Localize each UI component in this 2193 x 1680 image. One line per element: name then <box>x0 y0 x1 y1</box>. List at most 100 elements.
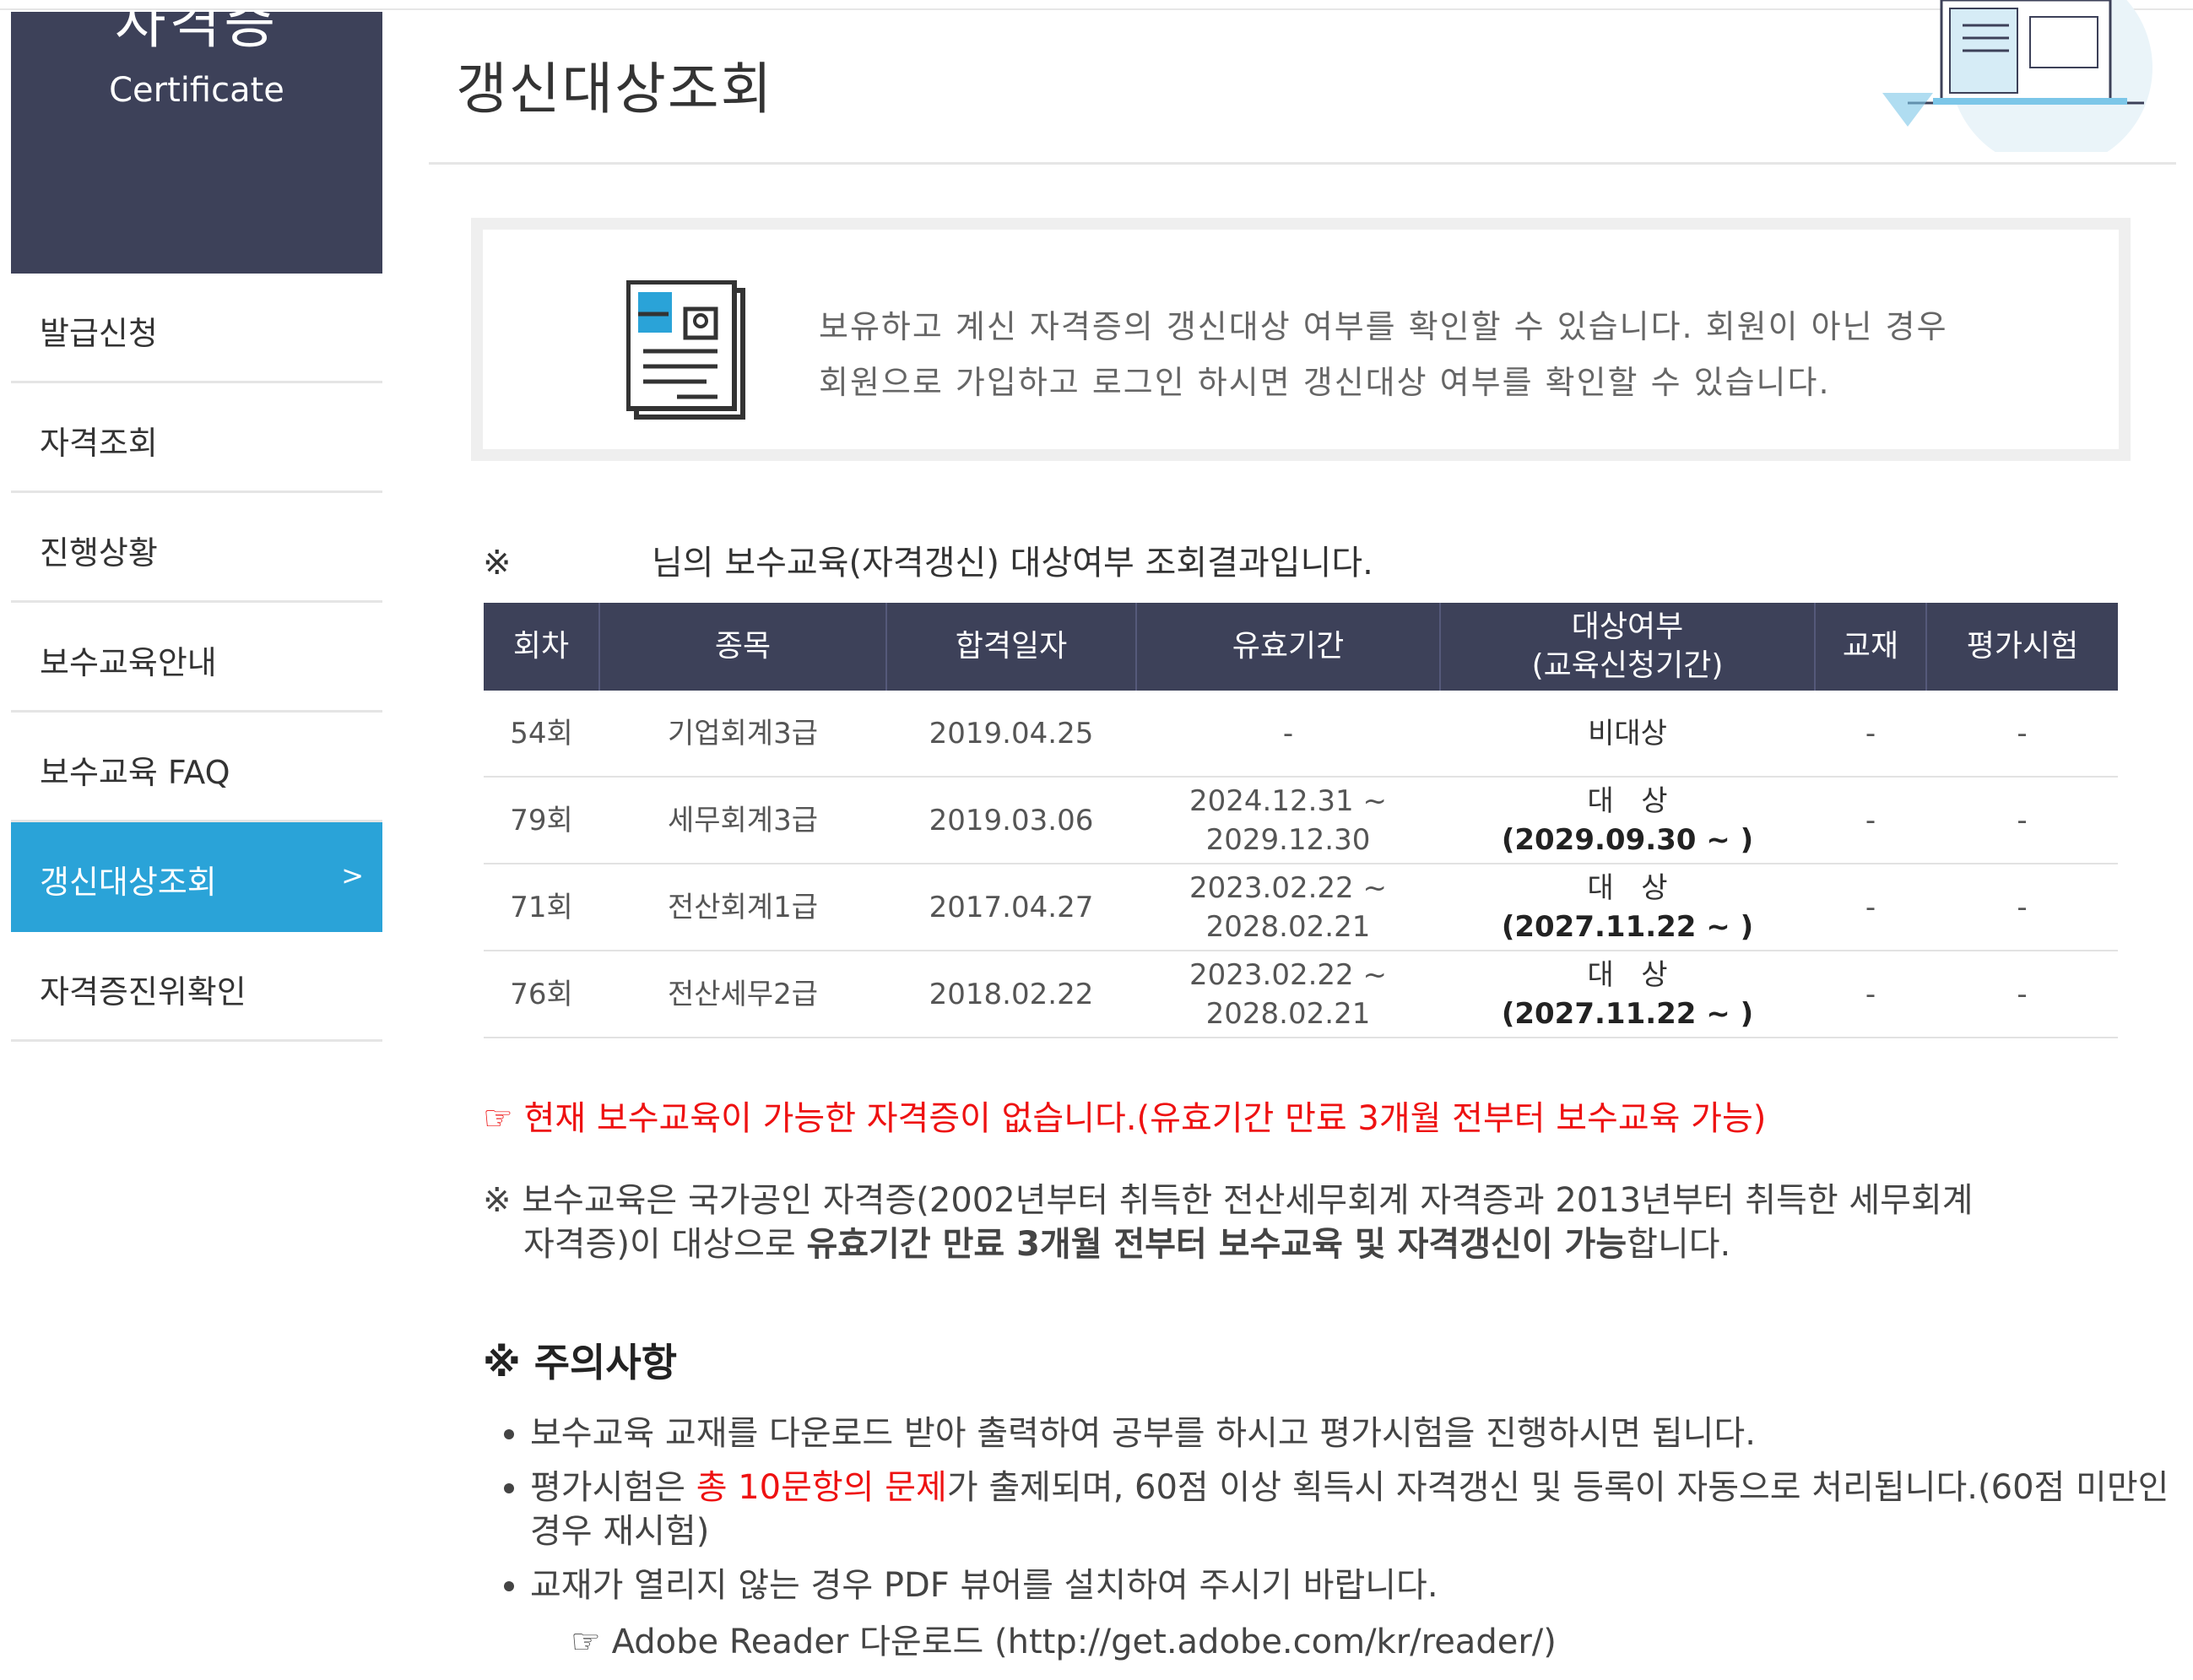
valid-end: 2029.12.30 <box>1205 822 1371 857</box>
cell-target: 대 상 (2027.11.22 ~ ) <box>1440 951 1815 1038</box>
sidebar-item-label: 발급신청 <box>40 315 158 352</box>
note-bold: 유효기간 만료 3개월 전부터 보수교육 및 자격갱신이 가능 <box>806 1225 1627 1264</box>
cell-target: 비대상 <box>1440 691 1815 778</box>
cell-target: 대 상 (2029.09.30 ~ ) <box>1440 777 1815 864</box>
cell-book: - <box>1815 951 1926 1038</box>
valid-start: 2023.02.22 ~ <box>1189 870 1387 905</box>
list-item: 보수교육 교재를 다운로드 받아 출력하여 공부를 하시고 평가시험을 진행하시… <box>530 1412 2185 1455</box>
document-profile-icon <box>626 280 745 420</box>
result-text: 님의 보수교육(자격갱신) 대상여부 조회결과입니다. <box>652 544 1373 583</box>
caution-list: 보수교육 교재를 다운로드 받아 출력하여 공부를 하시고 평가시험을 진행하시… <box>483 1412 2185 1618</box>
cell-exam: - <box>1926 691 2118 778</box>
sidebar-item-education-guide[interactable]: 보수교육안내 <box>11 603 382 713</box>
cell-pass-date: 2019.04.25 <box>886 691 1136 778</box>
valid-end: 2028.02.21 <box>1205 996 1371 1031</box>
cell-pass-date: 2019.03.06 <box>886 777 1136 864</box>
cell-exam: - <box>1926 864 2118 951</box>
col-valid-period: 유효기간 <box>1136 603 1441 691</box>
col-pass-date: 합격일자 <box>886 603 1137 691</box>
sidebar-item-education-faq[interactable]: 보수교육 FAQ <box>11 713 382 822</box>
education-note: ※ 보수교육은 국가공인 자격증(2002년부터 취득한 전산세무회계 자격증과… <box>483 1179 2087 1266</box>
col-target: 대상여부 (교육신청기간) <box>1440 603 1816 691</box>
info-text: 보유하고 계신 자격증의 갱신대상 여부를 확인할 수 있습니다. 회원이 아닌… <box>819 299 1948 410</box>
cell-round: 79회 <box>484 777 599 864</box>
valid-start: 2023.02.22 ~ <box>1189 957 1387 992</box>
sidebar-item-label: 자격조회 <box>40 425 158 462</box>
adobe-reader-link[interactable]: ☞ Adobe Reader 다운로드 (http://get.adobe.co… <box>571 1614 1557 1663</box>
col-book: 교재 <box>1815 603 1927 691</box>
cell-exam: - <box>1926 951 2118 1038</box>
sidebar-title-ko: 자격증 <box>114 12 279 56</box>
cell-pass-date: 2018.02.22 <box>886 951 1136 1038</box>
cell-valid-period: 2024.12.31 ~ 2029.12.30 <box>1136 777 1440 864</box>
list-item: 평가시험은 총 10문항의 문제가 출제되며, 60점 이상 획득시 자격갱신 … <box>530 1466 2185 1553</box>
no-eligible-notice: ☞ 현재 보수교육이 가능한 자격증이 없습니다.(유효기간 만료 3개월 전부… <box>483 1099 1767 1138</box>
cell-round: 54회 <box>484 691 599 778</box>
workspace-illustration <box>1882 0 2152 152</box>
chevron-right-icon: > <box>341 859 364 891</box>
cell-valid-period: 2023.02.22 ~ 2028.02.21 <box>1136 864 1440 951</box>
cell-type: 전산회계1급 <box>599 864 886 951</box>
cell-type: 기업회계3급 <box>599 691 886 778</box>
table-row: 54회 기업회계3급 2019.04.25 - 비대상 - - <box>484 691 2118 778</box>
caution-title: ※ 주의사항 <box>483 1340 678 1385</box>
sidebar-item-label: 보수교육 FAQ <box>40 754 230 791</box>
cell-target: 대 상 (2027.11.22 ~ ) <box>1440 864 1815 951</box>
cell-valid-period: - <box>1136 691 1440 778</box>
valid-end: 2028.02.21 <box>1205 909 1371 944</box>
col-exam: 평가시험 <box>1926 603 2118 691</box>
page-title: 갱신대상조회 <box>456 57 774 122</box>
cell-exam: - <box>1926 777 2118 864</box>
col-round: 회차 <box>484 603 600 691</box>
sidebar-menu: 발급신청 자격조회 진행상황 보수교육안내 보수교육 FAQ 갱신대상조회 > … <box>11 274 382 1042</box>
valid-start: 2024.12.31 ~ <box>1189 783 1387 818</box>
sidebar-item-renewal-lookup[interactable]: 갱신대상조회 > <box>11 822 382 932</box>
cell-pass-date: 2017.04.27 <box>886 864 1136 951</box>
list-highlight: 총 10문항의 문제 <box>696 1468 947 1507</box>
sidebar-title-en: Certificate <box>109 71 284 110</box>
note-line2: 자격증)이 대상으로 유효기간 만료 3개월 전부터 보수교육 및 자격갱신이 … <box>483 1222 2087 1266</box>
list-text: 평가시험은 <box>530 1468 696 1507</box>
note-line1: ※ 보수교육은 국가공인 자격증(2002년부터 취득한 전산세무회계 자격증과… <box>483 1181 1974 1220</box>
target-status: 대 상 <box>1587 870 1668 905</box>
table-row: 71회 전산회계1급 2017.04.27 2023.02.22 ~ 2028.… <box>484 864 2118 951</box>
note-text: 합니다. <box>1627 1225 1731 1264</box>
cell-round: 71회 <box>484 864 599 951</box>
table-row: 76회 전산세무2급 2018.02.22 2023.02.22 ~ 2028.… <box>484 951 2118 1038</box>
sidebar-item-issue[interactable]: 발급신청 <box>11 274 382 383</box>
cell-book: - <box>1815 777 1926 864</box>
note-text: 자격증)이 대상으로 <box>523 1225 807 1264</box>
cell-valid-period: 2023.02.22 ~ 2028.02.21 <box>1136 951 1440 1038</box>
list-item: 교재가 열리지 않는 경우 PDF 뷰어를 설치하여 주시기 바랍니다. <box>530 1563 2185 1607</box>
col-target-line2: (교육신청기간) <box>1531 648 1724 683</box>
sidebar-item-progress[interactable]: 진행상황 <box>11 493 382 603</box>
cell-type: 세무회계3급 <box>599 777 886 864</box>
info-line: 회원으로 가입하고 로그인 하시면 갱신대상 여부를 확인할 수 있습니다. <box>819 364 1831 401</box>
col-type: 종목 <box>599 603 887 691</box>
target-period: (2027.11.22 ~ ) <box>1501 996 1754 1031</box>
cell-book: - <box>1815 864 1926 951</box>
info-line: 보유하고 계신 자격증의 갱신대상 여부를 확인할 수 있습니다. 회원이 아닌… <box>819 308 1948 345</box>
result-heading: ※ 님의 보수교육(자격갱신) 대상여부 조회결과입니다. <box>483 535 1373 584</box>
cell-book: - <box>1815 691 1926 778</box>
table-header-row: 회차 종목 합격일자 유효기간 대상여부 (교육신청기간) 교재 평가시험 <box>484 603 2118 691</box>
sidebar-item-label: 진행상황 <box>40 534 158 572</box>
sidebar-item-label: 보수교육안내 <box>40 644 217 681</box>
title-divider <box>429 162 2176 165</box>
target-status: 대 상 <box>1587 783 1668 818</box>
cell-type: 전산세무2급 <box>599 951 886 1038</box>
cell-round: 76회 <box>484 951 599 1038</box>
col-target-line1: 대상여부 <box>1571 610 1684 644</box>
valid-start: - <box>1282 716 1294 751</box>
sidebar-item-qualification-lookup[interactable]: 자격조회 <box>11 383 382 493</box>
sidebar-header: 자격증 Certificate <box>11 12 382 274</box>
sidebar-item-authenticity-check[interactable]: 자격증진위확인 <box>11 932 382 1042</box>
target-period: (2029.09.30 ~ ) <box>1501 822 1754 857</box>
target-status: 대 상 <box>1587 957 1668 992</box>
table-row: 79회 세무회계3급 2019.03.06 2024.12.31 ~ 2029.… <box>484 777 2118 864</box>
reference-mark: ※ <box>483 544 512 583</box>
sidebar-item-label: 자격증진위확인 <box>40 973 246 1011</box>
target-status: 비대상 <box>1588 716 1667 751</box>
info-box: 보유하고 계신 자격증의 갱신대상 여부를 확인할 수 있습니다. 회원이 아닌… <box>471 218 2131 461</box>
renewal-table: 회차 종목 합격일자 유효기간 대상여부 (교육신청기간) 교재 평가시험 54… <box>484 603 2118 1038</box>
